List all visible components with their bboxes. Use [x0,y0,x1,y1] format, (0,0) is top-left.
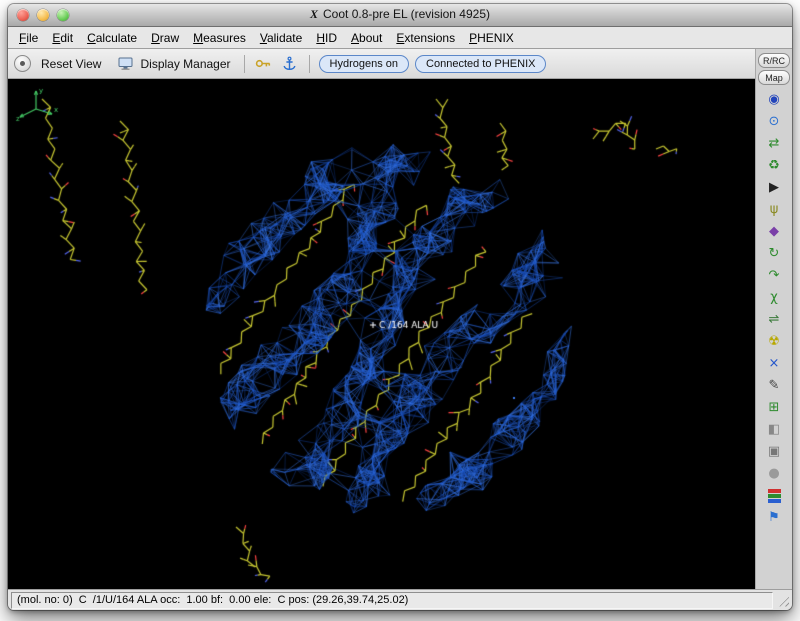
rgb-display-icon[interactable] [763,486,785,505]
menu-item-about[interactable]: About [344,29,389,47]
rotamer-icon[interactable]: ψ [763,200,785,219]
display-icon [115,54,135,74]
mutate-icon[interactable]: ◆ [763,222,785,241]
menu-item-extensions[interactable]: Extensions [389,29,462,47]
menubar: FileEditCalculateDrawMeasuresValidateHID… [8,27,792,49]
rrc-button[interactable]: R/RC [758,53,790,68]
edit-backbone-icon[interactable]: ✎ [763,376,785,395]
trash-icon[interactable]: ▣ [763,442,785,461]
molecule-canvas[interactable] [8,79,755,589]
status-field: (mol. no: 0) C /1/U/164 ALA occ: 1.00 bf… [11,592,773,609]
pointer-icon[interactable]: ▶ [763,178,785,197]
toolbar: Reset View Display Manager [8,49,755,79]
menu-item-file[interactable]: File [12,29,45,47]
sphere-icon[interactable]: ● [763,464,785,483]
key-icon[interactable] [254,54,274,74]
toolbar-separator [244,55,245,73]
toolbar-toggle-button[interactable] [14,55,31,72]
menu-item-validate[interactable]: Validate [253,29,310,47]
rotate-translate-icon[interactable]: ⇄ [763,134,785,153]
toolbar-separator [309,55,310,73]
display-manager-label: Display Manager [140,57,230,71]
x11-icon: X [310,7,318,21]
auto-fit-rotamer-icon[interactable]: ↻ [763,244,785,263]
eraser-icon[interactable]: ◧ [763,420,785,439]
regularize-icon[interactable]: ♻ [763,156,785,175]
sphere-refine-icon[interactable]: ◉ [763,90,785,109]
edit-chi-angles-icon[interactable]: χ [763,288,785,307]
statusbar: (mol. no: 0) C /1/U/164 ALA occ: 1.00 bf… [8,589,792,610]
window-title-text: Coot 0.8-pre EL (revision 4925) [323,7,490,21]
phenix-connection-button[interactable]: Connected to PHENIX [415,55,546,73]
graphics-area [8,79,755,589]
titlebar[interactable]: X Coot 0.8-pre EL (revision 4925) [8,4,792,27]
map-button[interactable]: Map [758,70,790,85]
menu-item-calculate[interactable]: Calculate [80,29,144,47]
tool-strip: ◉ ⊙ ⇄ ♻ ▶ ψ ◆ ↻ ↷ χ ⇌ ☢ × ✎ ⊞ ◧ ▣ ● ⚑ [763,90,785,527]
real-space-refine-icon[interactable]: ⊙ [763,112,785,131]
menu-item-phenix[interactable]: PHENIX [462,29,521,47]
resize-grip[interactable] [776,594,789,607]
pep-flip-icon[interactable]: ↷ [763,266,785,285]
menu-item-hid[interactable]: HID [309,29,344,47]
desktop-background: X Coot 0.8-pre EL (revision 4925) FileEdi… [0,0,800,621]
menu-item-edit[interactable]: Edit [45,29,80,47]
add-residue-icon[interactable]: ⊞ [763,398,785,417]
display-manager-button[interactable]: Display Manager [111,52,234,76]
hydrogens-toggle-button[interactable]: Hydrogens on [319,55,410,73]
reset-view-button[interactable]: Reset View [37,55,105,73]
left-column: Reset View Display Manager [8,49,755,589]
anchor-icon[interactable] [280,54,300,74]
body-row: Reset View Display Manager [8,49,792,589]
window-title: X Coot 0.8-pre EL (revision 4925) [8,7,792,22]
torsion-general-icon[interactable]: × [763,354,785,373]
menu-item-draw[interactable]: Draw [144,29,186,47]
right-toolbar: R/RC Map ◉ ⊙ ⇄ ♻ ▶ ψ ◆ ↻ ↷ χ ⇌ ☢ × ✎ ⊞ ◧ ▣ ● ⚑ [755,49,792,589]
radiation-icon[interactable]: ☢ [763,332,785,351]
status-text: (mol. no: 0) C /1/U/164 ALA occ: 1.00 bf… [17,594,408,606]
sidechain-flip-icon[interactable]: ⇌ [763,310,785,329]
menu-item-measures[interactable]: Measures [186,29,253,47]
coot-window: X Coot 0.8-pre EL (revision 4925) FileEdi… [8,4,792,610]
flag-icon[interactable]: ⚑ [763,508,785,527]
